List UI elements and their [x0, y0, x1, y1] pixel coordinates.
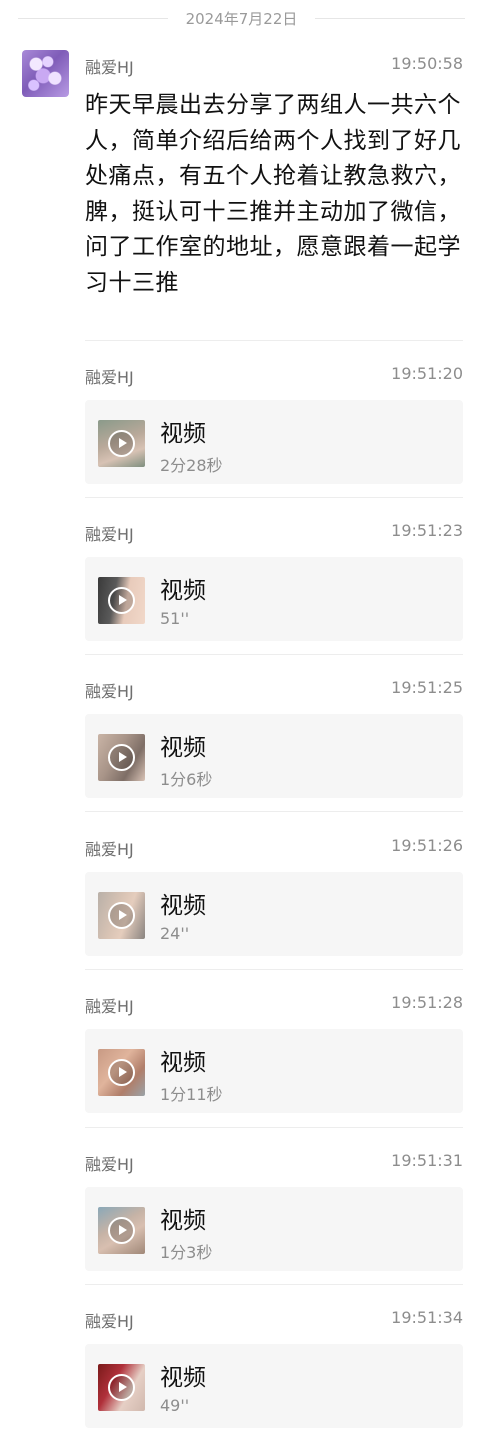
message-text[interactable]: 昨天早晨出去分享了两组人一共六个人，简单介绍后给两个人找到了好几处痛点，有五个人…	[85, 88, 463, 301]
sender-name: 融爱HJ	[85, 525, 134, 544]
sender-name: 融爱HJ	[85, 997, 134, 1016]
chat-message: 融爱HJ 19:51:28 视频 1分11秒	[85, 993, 463, 1113]
video-title: 视频	[160, 735, 206, 761]
message-time: 19:50:58	[391, 54, 463, 73]
video-duration: 1分6秒	[160, 770, 213, 789]
sender-name: 融爱HJ	[85, 1312, 134, 1331]
video-card[interactable]: 视频 1分3秒	[85, 1187, 463, 1271]
sender-name: 融爱HJ	[85, 840, 134, 859]
video-thumbnail[interactable]	[98, 1364, 145, 1411]
play-icon[interactable]	[108, 744, 135, 771]
video-card[interactable]: 视频 1分11秒	[85, 1029, 463, 1113]
video-duration: 1分11秒	[160, 1085, 223, 1104]
message-separator	[85, 1284, 463, 1285]
video-thumbnail[interactable]	[98, 577, 145, 624]
sender-name: 融爱HJ	[85, 682, 134, 701]
video-card[interactable]: 视频 24''	[85, 872, 463, 956]
chat-message: 融爱HJ 19:51:31 视频 1分3秒	[85, 1151, 463, 1271]
message-separator	[85, 969, 463, 970]
message-separator	[85, 811, 463, 812]
video-thumbnail[interactable]	[98, 1049, 145, 1096]
play-icon[interactable]	[108, 1059, 135, 1086]
video-duration: 1分3秒	[160, 1243, 213, 1262]
chat-message: 融爱HJ 19:51:34 视频 49''	[85, 1308, 463, 1428]
play-icon[interactable]	[108, 430, 135, 457]
message-time: 19:51:28	[391, 993, 463, 1012]
video-title: 视频	[160, 1208, 206, 1234]
message-separator	[85, 497, 463, 498]
avatar[interactable]	[22, 50, 69, 97]
message-time: 19:51:20	[391, 364, 463, 383]
video-card[interactable]: 视频 51''	[85, 557, 463, 641]
sender-name: 融爱HJ	[85, 1155, 134, 1174]
video-title: 视频	[160, 893, 206, 919]
video-duration: 24''	[160, 924, 190, 943]
chat-message: 融爱HJ 19:51:25 视频 1分6秒	[85, 678, 463, 798]
message-separator	[85, 654, 463, 655]
message-time: 19:51:31	[391, 1151, 463, 1170]
sender-name: 融爱HJ	[85, 58, 134, 77]
chat-message: 融爱HJ 19:51:23 视频 51''	[85, 521, 463, 641]
video-thumbnail[interactable]	[98, 420, 145, 467]
play-icon[interactable]	[108, 1374, 135, 1401]
play-icon[interactable]	[108, 587, 135, 614]
video-duration: 51''	[160, 609, 190, 628]
video-thumbnail[interactable]	[98, 892, 145, 939]
video-title: 视频	[160, 421, 206, 447]
video-card[interactable]: 视频 2分28秒	[85, 400, 463, 484]
message-time: 19:51:34	[391, 1308, 463, 1327]
play-icon[interactable]	[108, 902, 135, 929]
video-thumbnail[interactable]	[98, 734, 145, 781]
video-card[interactable]: 视频 49''	[85, 1344, 463, 1428]
video-title: 视频	[160, 1365, 206, 1391]
divider-line	[315, 18, 465, 19]
chat-message: 融爱HJ 19:51:26 视频 24''	[85, 836, 463, 956]
video-duration: 2分28秒	[160, 456, 223, 475]
chat-message: 融爱HJ 19:50:58 昨天早晨出去分享了两组人一共六个人，简单介绍后给两个…	[85, 54, 463, 301]
play-icon[interactable]	[108, 1217, 135, 1244]
message-separator	[85, 1127, 463, 1128]
message-time: 19:51:23	[391, 521, 463, 540]
video-title: 视频	[160, 1050, 206, 1076]
chat-message: 融爱HJ 19:51:20 视频 2分28秒	[85, 364, 463, 484]
video-card[interactable]: 视频 1分6秒	[85, 714, 463, 798]
video-title: 视频	[160, 578, 206, 604]
message-separator	[85, 340, 463, 341]
message-time: 19:51:25	[391, 678, 463, 697]
date-divider: 2024年7月22日	[0, 0, 483, 36]
sender-name: 融爱HJ	[85, 368, 134, 387]
video-thumbnail[interactable]	[98, 1207, 145, 1254]
message-time: 19:51:26	[391, 836, 463, 855]
video-duration: 49''	[160, 1396, 190, 1415]
